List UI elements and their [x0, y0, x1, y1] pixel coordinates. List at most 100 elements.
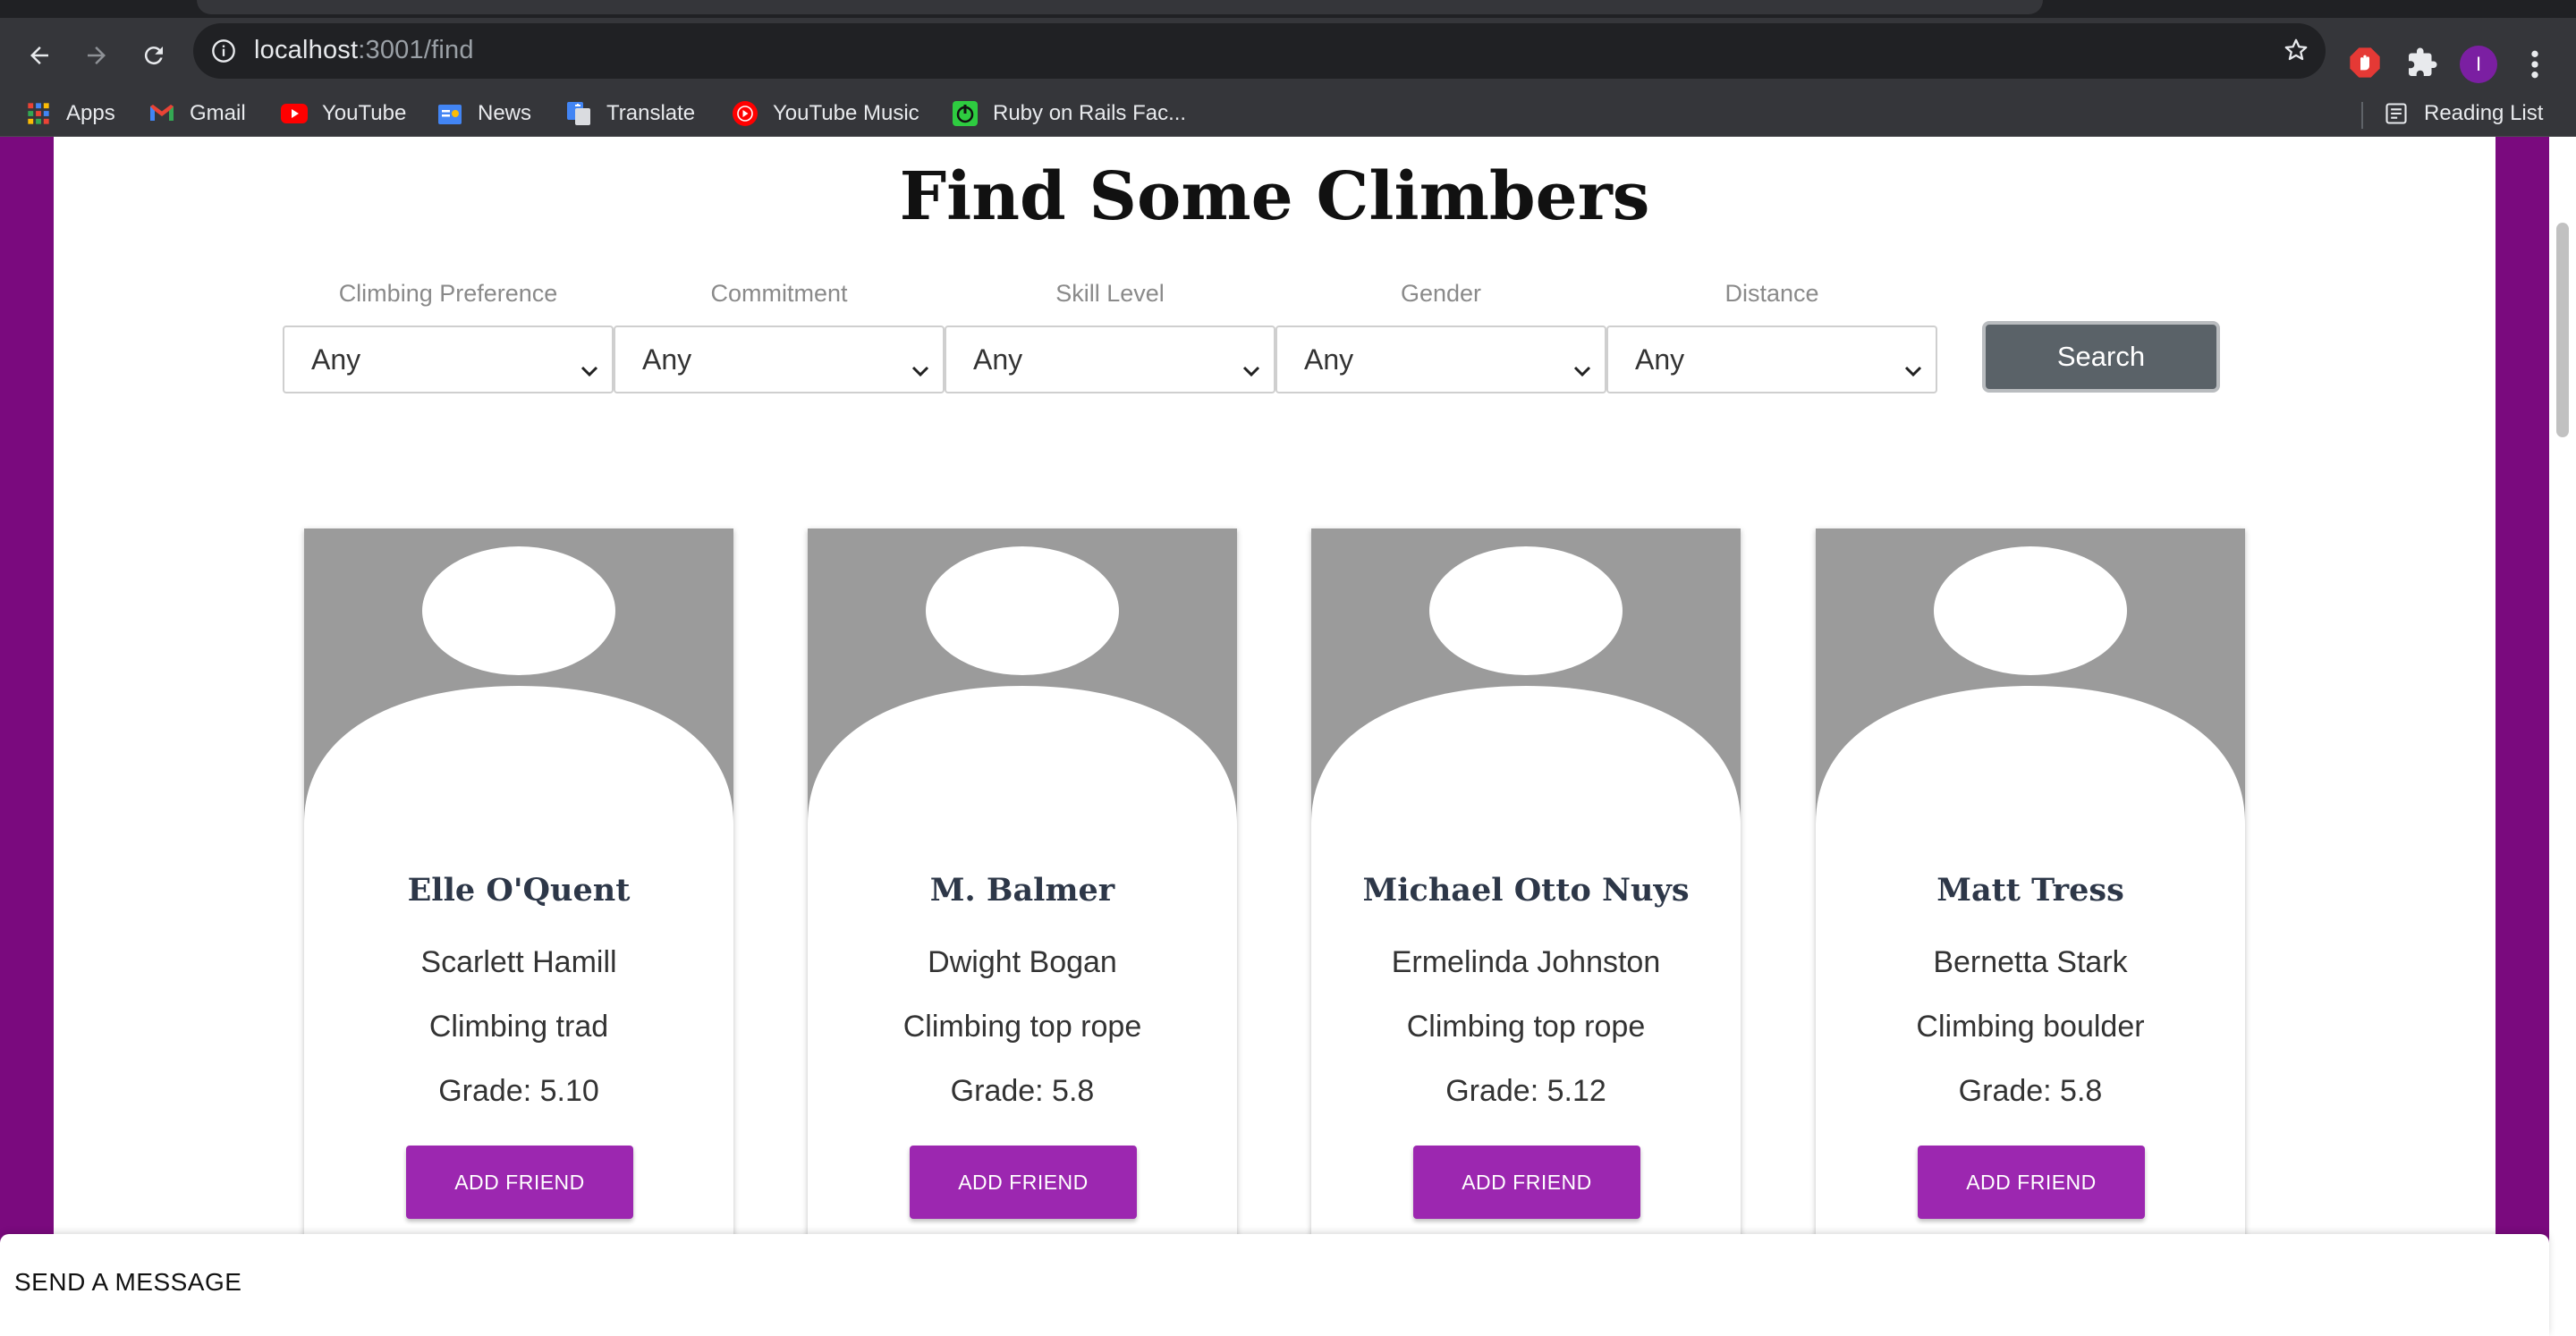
filter-commitment: Commitment Any	[614, 280, 945, 393]
climber-username: Elle O'Quent	[407, 872, 631, 909]
bookmark-label: Ruby on Rails Fac...	[993, 101, 1187, 125]
filter-label: Climbing Preference	[338, 280, 558, 307]
filter-label: Gender	[1400, 280, 1482, 307]
active-tab[interactable]	[197, 0, 2043, 14]
climber-card: Matt Tress Bernetta Stark Climbing bould…	[1816, 528, 2245, 1336]
gender-select[interactable]: Any	[1275, 326, 1606, 393]
bookmark-youtube[interactable]: YouTube	[281, 98, 406, 129]
bookmarks-divider	[2361, 102, 2363, 129]
scrollbar-thumb[interactable]	[2556, 223, 2569, 437]
climber-style: Climbing boulder	[1916, 1010, 2145, 1044]
avatar-placeholder-icon	[1816, 528, 2245, 824]
youtube-icon	[281, 100, 308, 127]
bookmark-apps[interactable]: Apps	[25, 98, 115, 129]
avatar-placeholder-icon	[304, 528, 733, 824]
back-icon[interactable]	[20, 36, 59, 75]
filter-label: Commitment	[710, 280, 848, 307]
chevron-down-icon	[1241, 352, 1261, 385]
bookmark-news[interactable]: News	[436, 98, 531, 129]
bookmark-gmail[interactable]: Gmail	[148, 98, 246, 129]
skill-level-select[interactable]: Any	[945, 326, 1275, 393]
filter-label: Skill Level	[1055, 280, 1165, 307]
climber-style: Climbing trad	[428, 1010, 609, 1044]
climber-style: Climbing top rope	[1406, 1010, 1646, 1044]
climber-grade: Grade: 5.8	[950, 1074, 1095, 1108]
bookmark-label: Translate	[606, 101, 696, 125]
site-info-icon[interactable]	[211, 38, 236, 68]
browser-toolbar: localhost:3001/find I	[0, 18, 2576, 93]
chevron-down-icon	[580, 352, 599, 385]
chevron-down-icon	[1572, 352, 1592, 385]
avatar-placeholder-icon	[1311, 528, 1741, 824]
gmail-icon	[148, 100, 175, 127]
page-content: Find Some Climbers Climbing Preference A…	[54, 137, 2496, 1336]
address-bar[interactable]: localhost:3001/find	[193, 23, 2326, 79]
climber-username: M. Balmer	[929, 872, 1115, 909]
climber-card: Michael Otto Nuys Ermelinda Johnston Cli…	[1311, 528, 1741, 1336]
reading-list-button[interactable]: Reading List	[2383, 98, 2543, 129]
bookmark-label: YouTube	[322, 101, 407, 125]
reading-list-icon	[2383, 100, 2410, 127]
search-button[interactable]: Search	[1982, 321, 2220, 393]
climber-card: Elle O'Quent Scarlett Hamill Climbing tr…	[304, 528, 733, 1336]
bookmark-label: Apps	[66, 101, 115, 125]
climber-username: Matt Tress	[1936, 872, 2124, 909]
climbing-preference-select[interactable]: Any	[283, 326, 614, 393]
select-value: Any	[973, 343, 1023, 376]
bookmark-youtube-music[interactable]: YouTube Music	[732, 98, 919, 129]
add-friend-button[interactable]: ADD FRIEND	[1918, 1146, 2145, 1219]
distance-select[interactable]: Any	[1606, 326, 1937, 393]
apps-grid-icon	[25, 100, 52, 127]
google-translate-icon	[565, 100, 592, 127]
profile-avatar[interactable]: I	[2460, 46, 2497, 83]
filter-label: Distance	[1724, 280, 1819, 307]
more-menu-icon[interactable]	[2524, 47, 2546, 87]
chevron-down-icon	[911, 352, 930, 385]
tab-strip	[0, 0, 2576, 18]
climber-name: Dwight Bogan	[928, 945, 1117, 979]
ad-blocker-extension-icon[interactable]	[2347, 45, 2383, 85]
bookmark-label: Gmail	[190, 101, 246, 125]
filter-distance: Distance Any	[1606, 280, 1937, 393]
reload-icon[interactable]	[134, 36, 174, 75]
select-value: Any	[642, 343, 692, 376]
climber-grade: Grade: 5.10	[438, 1074, 599, 1108]
climber-grade: Grade: 5.8	[1958, 1074, 2103, 1108]
climber-name: Ermelinda Johnston	[1391, 945, 1661, 979]
google-news-icon	[436, 100, 463, 127]
select-value: Any	[311, 343, 361, 376]
filter-climbing-preference: Climbing Preference Any	[283, 280, 614, 393]
bookmark-ruby-on-rails[interactable]: Ruby on Rails Fac...	[952, 98, 1186, 129]
climber-name: Bernetta Stark	[1933, 945, 2128, 979]
climber-style: Climbing top rope	[902, 1010, 1142, 1044]
page-title: Find Some Climbers	[899, 158, 1650, 235]
climber-card: M. Balmer Dwight Bogan Climbing top rope…	[808, 528, 1237, 1336]
reading-list-label: Reading List	[2424, 101, 2544, 125]
commitment-select[interactable]: Any	[614, 326, 945, 393]
add-friend-button[interactable]: ADD FRIEND	[406, 1146, 633, 1219]
page-scrollbar[interactable]	[2549, 137, 2576, 1336]
bookmark-label: News	[478, 101, 532, 125]
power-icon	[952, 100, 979, 127]
select-value: Any	[1304, 343, 1354, 376]
add-friend-button[interactable]: ADD FRIEND	[910, 1146, 1137, 1219]
send-message-bar[interactable]: SEND A MESSAGE	[0, 1234, 2549, 1336]
filter-skill-level: Skill Level Any	[945, 280, 1275, 393]
url-text[interactable]: localhost:3001/find	[254, 36, 474, 65]
select-value: Any	[1635, 343, 1685, 376]
climber-username: Michael Otto Nuys	[1362, 872, 1690, 909]
avatar-placeholder-icon	[808, 528, 1237, 824]
bookmark-label: YouTube Music	[773, 101, 919, 125]
add-friend-button[interactable]: ADD FRIEND	[1413, 1146, 1640, 1219]
send-message-label: SEND A MESSAGE	[14, 1268, 242, 1296]
bookmarks-bar: Apps Gmail YouTube News Translate YouTub…	[0, 93, 2576, 137]
extensions-puzzle-icon[interactable]	[2406, 47, 2438, 83]
url-host: localhost	[254, 36, 359, 64]
climber-grade: Grade: 5.12	[1445, 1074, 1606, 1108]
bookmark-translate[interactable]: Translate	[565, 98, 695, 129]
youtube-music-icon	[732, 100, 758, 127]
bookmark-star-icon[interactable]	[2283, 37, 2309, 68]
chevron-down-icon	[1903, 352, 1923, 385]
climber-name: Scarlett Hamill	[420, 945, 617, 979]
forward-icon[interactable]	[77, 36, 116, 75]
